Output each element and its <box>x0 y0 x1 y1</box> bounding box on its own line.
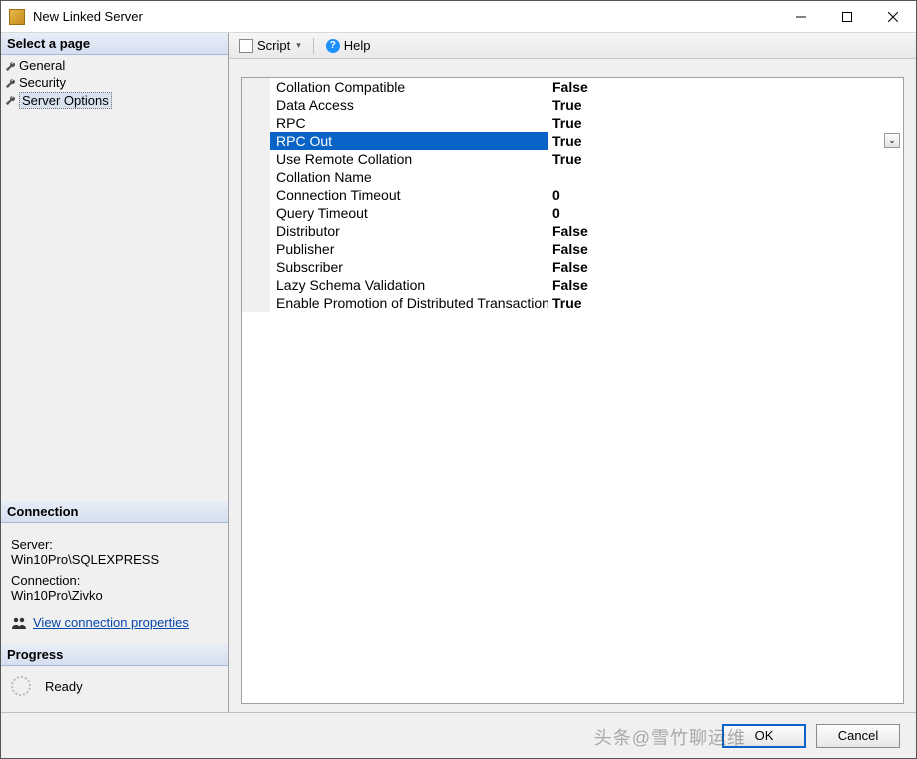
property-value[interactable] <box>548 168 903 186</box>
ok-button[interactable]: OK <box>722 724 806 748</box>
page-nav-label: Server Options <box>19 92 112 109</box>
property-value[interactable]: True <box>548 96 903 114</box>
property-name: Lazy Schema Validation <box>270 276 548 294</box>
property-row[interactable]: Query Timeout0 <box>242 204 903 222</box>
property-row[interactable]: Collation CompatibleFalse <box>242 78 903 96</box>
sidebar: Select a page General Security Server Opti… <box>1 33 229 712</box>
progress-header: Progress <box>1 644 228 666</box>
property-name: Enable Promotion of Distributed Transact… <box>270 294 548 312</box>
script-icon <box>239 39 253 53</box>
row-indent <box>242 222 270 240</box>
window-title: New Linked Server <box>33 9 778 24</box>
window-controls <box>778 1 916 32</box>
progress-section: Ready <box>1 666 228 712</box>
row-indent <box>242 204 270 222</box>
row-indent <box>242 132 270 150</box>
connection-value: Win10Pro\Zivko <box>11 588 218 603</box>
dialog-button-bar: 头条@雪竹聊运维 OK Cancel <box>1 712 916 758</box>
property-value[interactable]: False <box>548 222 903 240</box>
progress-status: Ready <box>45 679 83 694</box>
toolbar: Script ? Help <box>229 33 916 59</box>
property-name: RPC <box>270 114 548 132</box>
property-name: RPC Out <box>270 132 548 150</box>
dropdown-icon[interactable]: ⌄ <box>884 133 900 148</box>
page-nav-label: General <box>19 58 65 73</box>
property-name: Query Timeout <box>270 204 548 222</box>
property-row[interactable]: Data AccessTrue <box>242 96 903 114</box>
app-icon <box>9 9 25 25</box>
property-name: Distributor <box>270 222 548 240</box>
property-value[interactable]: 0 <box>548 186 903 204</box>
property-row[interactable]: Connection Timeout0 <box>242 186 903 204</box>
connection-header: Connection <box>1 501 228 523</box>
row-indent <box>242 240 270 258</box>
maximize-button[interactable] <box>824 1 870 32</box>
property-row[interactable]: Collation Name <box>242 168 903 186</box>
property-row[interactable]: DistributorFalse <box>242 222 903 240</box>
help-icon: ? <box>326 39 340 53</box>
property-row[interactable]: Use Remote CollationTrue <box>242 150 903 168</box>
row-indent <box>242 276 270 294</box>
property-row[interactable]: Enable Promotion of Distributed Transact… <box>242 294 903 312</box>
wrench-icon <box>5 77 16 88</box>
row-indent <box>242 78 270 96</box>
page-nav-security[interactable]: Security <box>1 74 228 91</box>
property-name: Collation Compatible <box>270 78 548 96</box>
view-connection-properties-link[interactable]: View connection properties <box>33 615 189 630</box>
row-indent <box>242 258 270 276</box>
cancel-button[interactable]: Cancel <box>816 724 900 748</box>
page-nav-server-options[interactable]: Server Options <box>1 91 228 110</box>
page-nav-label: Security <box>19 75 66 90</box>
page-list: General Security Server Options <box>1 55 228 501</box>
row-indent <box>242 96 270 114</box>
property-value[interactable]: True <box>548 114 903 132</box>
toolbar-divider <box>313 38 314 54</box>
close-button[interactable] <box>870 1 916 32</box>
row-indent <box>242 168 270 186</box>
connection-info: Server: Win10Pro\SQLEXPRESS Connection: … <box>1 523 228 644</box>
property-name: Publisher <box>270 240 548 258</box>
property-value[interactable]: True <box>548 294 903 312</box>
row-indent <box>242 150 270 168</box>
property-row[interactable]: PublisherFalse <box>242 240 903 258</box>
property-row[interactable]: Lazy Schema ValidationFalse <box>242 276 903 294</box>
property-name: Connection Timeout <box>270 186 548 204</box>
help-button[interactable]: ? Help <box>322 36 375 55</box>
property-name: Collation Name <box>270 168 548 186</box>
property-value[interactable]: False <box>548 78 903 96</box>
property-name: Subscriber <box>270 258 548 276</box>
property-name: Use Remote Collation <box>270 150 548 168</box>
help-label: Help <box>344 38 371 53</box>
server-value: Win10Pro\SQLEXPRESS <box>11 552 218 567</box>
wrench-icon <box>5 94 16 105</box>
script-label: Script <box>257 38 290 53</box>
property-row[interactable]: SubscriberFalse <box>242 258 903 276</box>
people-icon <box>11 616 27 630</box>
property-value[interactable]: True <box>548 150 903 168</box>
window-titlebar: New Linked Server <box>1 1 916 33</box>
script-dropdown[interactable]: Script <box>235 36 305 55</box>
page-nav-general[interactable]: General <box>1 57 228 74</box>
wrench-icon <box>5 60 16 71</box>
property-value[interactable]: 0 <box>548 204 903 222</box>
property-value[interactable]: True⌄ <box>548 132 903 150</box>
minimize-button[interactable] <box>778 1 824 32</box>
property-grid[interactable]: Collation CompatibleFalseData AccessTrue… <box>241 77 904 704</box>
property-value[interactable]: False <box>548 240 903 258</box>
progress-spinner-icon <box>11 676 31 696</box>
main-panel: Script ? Help Collation CompatibleFalseD… <box>229 33 916 712</box>
select-page-header: Select a page <box>1 33 228 55</box>
server-label: Server: <box>11 537 218 552</box>
property-row[interactable]: RPCTrue <box>242 114 903 132</box>
property-value[interactable]: False <box>548 258 903 276</box>
connection-label: Connection: <box>11 573 218 588</box>
row-indent <box>242 114 270 132</box>
row-indent <box>242 294 270 312</box>
row-indent <box>242 186 270 204</box>
property-value[interactable]: False <box>548 276 903 294</box>
property-name: Data Access <box>270 96 548 114</box>
property-row[interactable]: RPC OutTrue⌄ <box>242 132 903 150</box>
